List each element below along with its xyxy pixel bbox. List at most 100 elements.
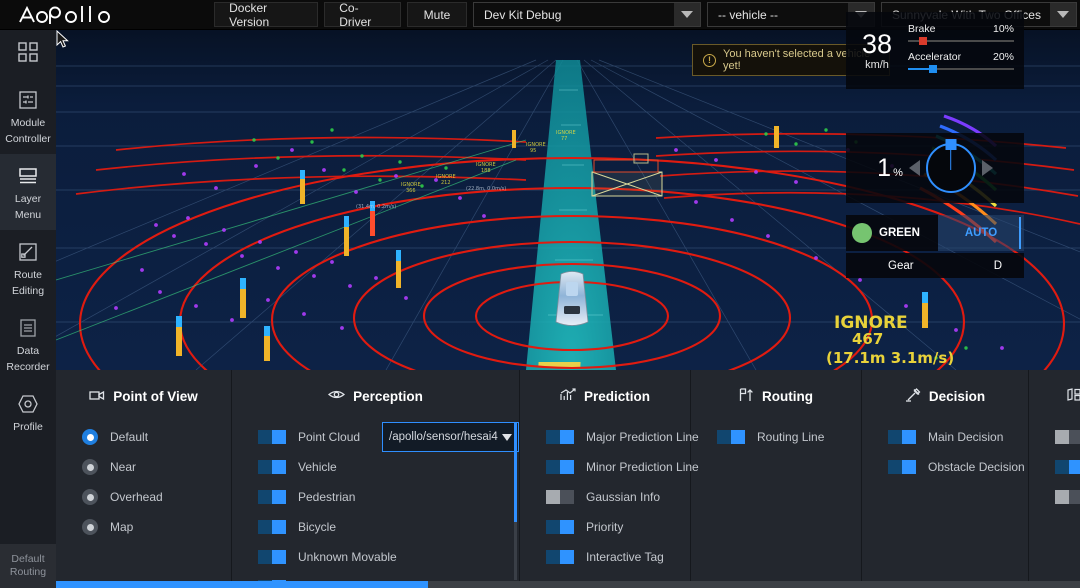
brake-knob bbox=[918, 36, 927, 45]
obstacle-label-id: 467 bbox=[852, 330, 883, 348]
layer-option-row[interactable]: Main Decision bbox=[888, 422, 1028, 452]
svg-text:212: 212 bbox=[441, 180, 451, 186]
layer-column-planning: PlPlRS bbox=[1029, 370, 1080, 588]
layer-option-row[interactable]: Near bbox=[82, 452, 231, 482]
layer-option-row[interactable]: Pl bbox=[1055, 452, 1080, 482]
mode-select[interactable]: Dev Kit Debug bbox=[473, 2, 701, 27]
route-icon bbox=[17, 239, 39, 265]
layer-option-row[interactable]: Point Cloud/apollo/sensor/hesai4 bbox=[258, 422, 519, 452]
layer-menu-hscrollbar-track[interactable] bbox=[56, 581, 1080, 588]
warning-icon: ! bbox=[703, 53, 716, 67]
layer-column-decision-header: Decision bbox=[862, 384, 1028, 408]
recorder-icon bbox=[17, 315, 39, 341]
toggle-bicycle[interactable] bbox=[258, 520, 286, 534]
layer-option-row[interactable]: Bicycle bbox=[258, 512, 519, 542]
radio-default[interactable] bbox=[82, 429, 98, 445]
layer-option-row[interactable]: Minor Prediction Line bbox=[546, 452, 699, 482]
mute-label: Mute bbox=[423, 7, 451, 22]
sidebar-item-tasks[interactable] bbox=[0, 30, 56, 78]
layer-option-row[interactable]: Priority bbox=[546, 512, 690, 542]
co-driver-button[interactable]: Co-Driver bbox=[324, 1, 401, 29]
map-select-chevron-down-icon[interactable] bbox=[1050, 3, 1076, 26]
svg-text:77: 77 bbox=[561, 136, 567, 142]
toggle-interactive-tag[interactable] bbox=[546, 550, 574, 564]
sidebar-item-module-controller[interactable]: Module Controller bbox=[0, 78, 56, 154]
perception-vscrollbar-thumb[interactable] bbox=[514, 422, 517, 522]
sidebar-item-data-recorder[interactable]: Data Recorder bbox=[0, 306, 56, 382]
toggle-minor-prediction-line[interactable] bbox=[546, 460, 574, 474]
chevron-down-icon[interactable] bbox=[502, 433, 512, 441]
layer-option-row[interactable]: Interactive Tag bbox=[546, 542, 690, 572]
svg-text:366: 366 bbox=[406, 188, 416, 194]
accelerator-knob bbox=[929, 64, 938, 73]
point-cloud-channel-select[interactable]: /apollo/sensor/hesai4 bbox=[382, 422, 519, 452]
traffic-light-green-icon bbox=[852, 223, 872, 243]
chart-icon bbox=[560, 387, 576, 405]
layer-option-label: Priority bbox=[586, 520, 624, 534]
layer-option-row[interactable]: Routing Line bbox=[717, 422, 861, 452]
layer-option-row[interactable]: Pl bbox=[1055, 422, 1080, 452]
layer-column-routing-header: Routing bbox=[691, 384, 861, 408]
layer-option-row[interactable]: Pedestrian bbox=[258, 482, 519, 512]
layer-column-planning-header bbox=[1029, 384, 1080, 408]
toggle-gaussian-info[interactable] bbox=[546, 490, 574, 504]
speed-value: 38 bbox=[861, 29, 893, 59]
speed-panel: 38 km/h Brake 10% Accelerator 20% bbox=[846, 12, 1024, 89]
turn-right-indicator-icon bbox=[981, 160, 993, 176]
layer-option-label: Map bbox=[110, 520, 134, 534]
default-routing-button[interactable]: Default Routing bbox=[0, 544, 56, 588]
layer-option-row[interactable]: Obstacle Decision bbox=[888, 452, 1028, 482]
layer-option-row[interactable]: Default bbox=[82, 422, 231, 452]
layer-option-row[interactable]: Overhead bbox=[82, 482, 231, 512]
gear-value: D bbox=[993, 259, 1002, 272]
layer-option-label: Default bbox=[110, 430, 149, 444]
sidebar-item-layer-menu[interactable]: Layer Menu bbox=[0, 154, 56, 230]
toggle-rs[interactable] bbox=[1055, 490, 1080, 504]
layer-column-point-of-view-title: Point of View bbox=[113, 388, 198, 404]
sidebar-item-profile[interactable]: Profile bbox=[0, 382, 56, 442]
docker-version-button[interactable]: Docker Version bbox=[214, 1, 319, 29]
radio-map[interactable] bbox=[82, 519, 98, 535]
toggle-pl[interactable] bbox=[1055, 430, 1080, 444]
radio-near[interactable] bbox=[82, 459, 98, 475]
layer-option-label: Point Cloud bbox=[298, 430, 361, 444]
layer-option-row[interactable]: RS bbox=[1055, 482, 1080, 512]
sidebar-item-route-editing[interactable]: Route Editing bbox=[0, 230, 56, 306]
toggle-pedestrian[interactable] bbox=[258, 490, 286, 504]
routing-icon bbox=[739, 387, 754, 405]
layer-option-row[interactable]: Map bbox=[82, 512, 231, 542]
sidebar-item-module-controller-label-2: Controller bbox=[5, 133, 51, 145]
toggle-routing-line[interactable] bbox=[717, 430, 745, 444]
mode-select-chevron-down-icon[interactable] bbox=[674, 3, 700, 26]
toggle-point-cloud[interactable] bbox=[258, 430, 286, 444]
default-routing-label-1: Default bbox=[11, 553, 45, 565]
traffic-light-label: GREEN bbox=[879, 227, 920, 239]
layer-option-row[interactable]: Unknown Movable bbox=[258, 542, 519, 572]
obstacle-annotation: IGNORE 467 (17.1m 3.1m/s) bbox=[826, 313, 954, 367]
brake-bar bbox=[908, 36, 1014, 45]
layer-menu-hscrollbar-thumb[interactable] bbox=[56, 581, 428, 588]
accelerator-row: Accelerator 20% bbox=[908, 51, 1014, 63]
layer-option-label: Gaussian Info bbox=[586, 490, 661, 504]
eye-icon bbox=[328, 388, 346, 404]
speed-readout: 38 km/h bbox=[846, 30, 908, 71]
layer-option-label: Bicycle bbox=[298, 520, 337, 534]
mode-select-value: Dev Kit Debug bbox=[474, 3, 674, 26]
drive-mode-label: AUTO bbox=[964, 227, 998, 239]
steering-value: 1 bbox=[877, 153, 892, 182]
toggle-main-decision[interactable] bbox=[888, 430, 916, 444]
layer-option-row[interactable]: Vehicle bbox=[258, 452, 519, 482]
speed-unit: km/h bbox=[865, 59, 889, 71]
toggle-priority[interactable] bbox=[546, 520, 574, 534]
toggle-major-prediction-line[interactable] bbox=[546, 430, 574, 444]
layers-icon bbox=[17, 163, 39, 189]
toggle-unknown-movable[interactable] bbox=[258, 550, 286, 564]
steering-unit: % bbox=[893, 166, 903, 179]
toggle-vehicle[interactable] bbox=[258, 460, 286, 474]
toggle-obstacle-decision[interactable] bbox=[888, 460, 916, 474]
layer-option-row[interactable]: Gaussian Info bbox=[546, 482, 690, 512]
radio-overhead[interactable] bbox=[82, 489, 98, 505]
mute-button[interactable]: Mute bbox=[407, 2, 467, 27]
toggle-pl[interactable] bbox=[1055, 460, 1080, 474]
layer-option-row[interactable]: Major Prediction Line bbox=[546, 422, 699, 452]
